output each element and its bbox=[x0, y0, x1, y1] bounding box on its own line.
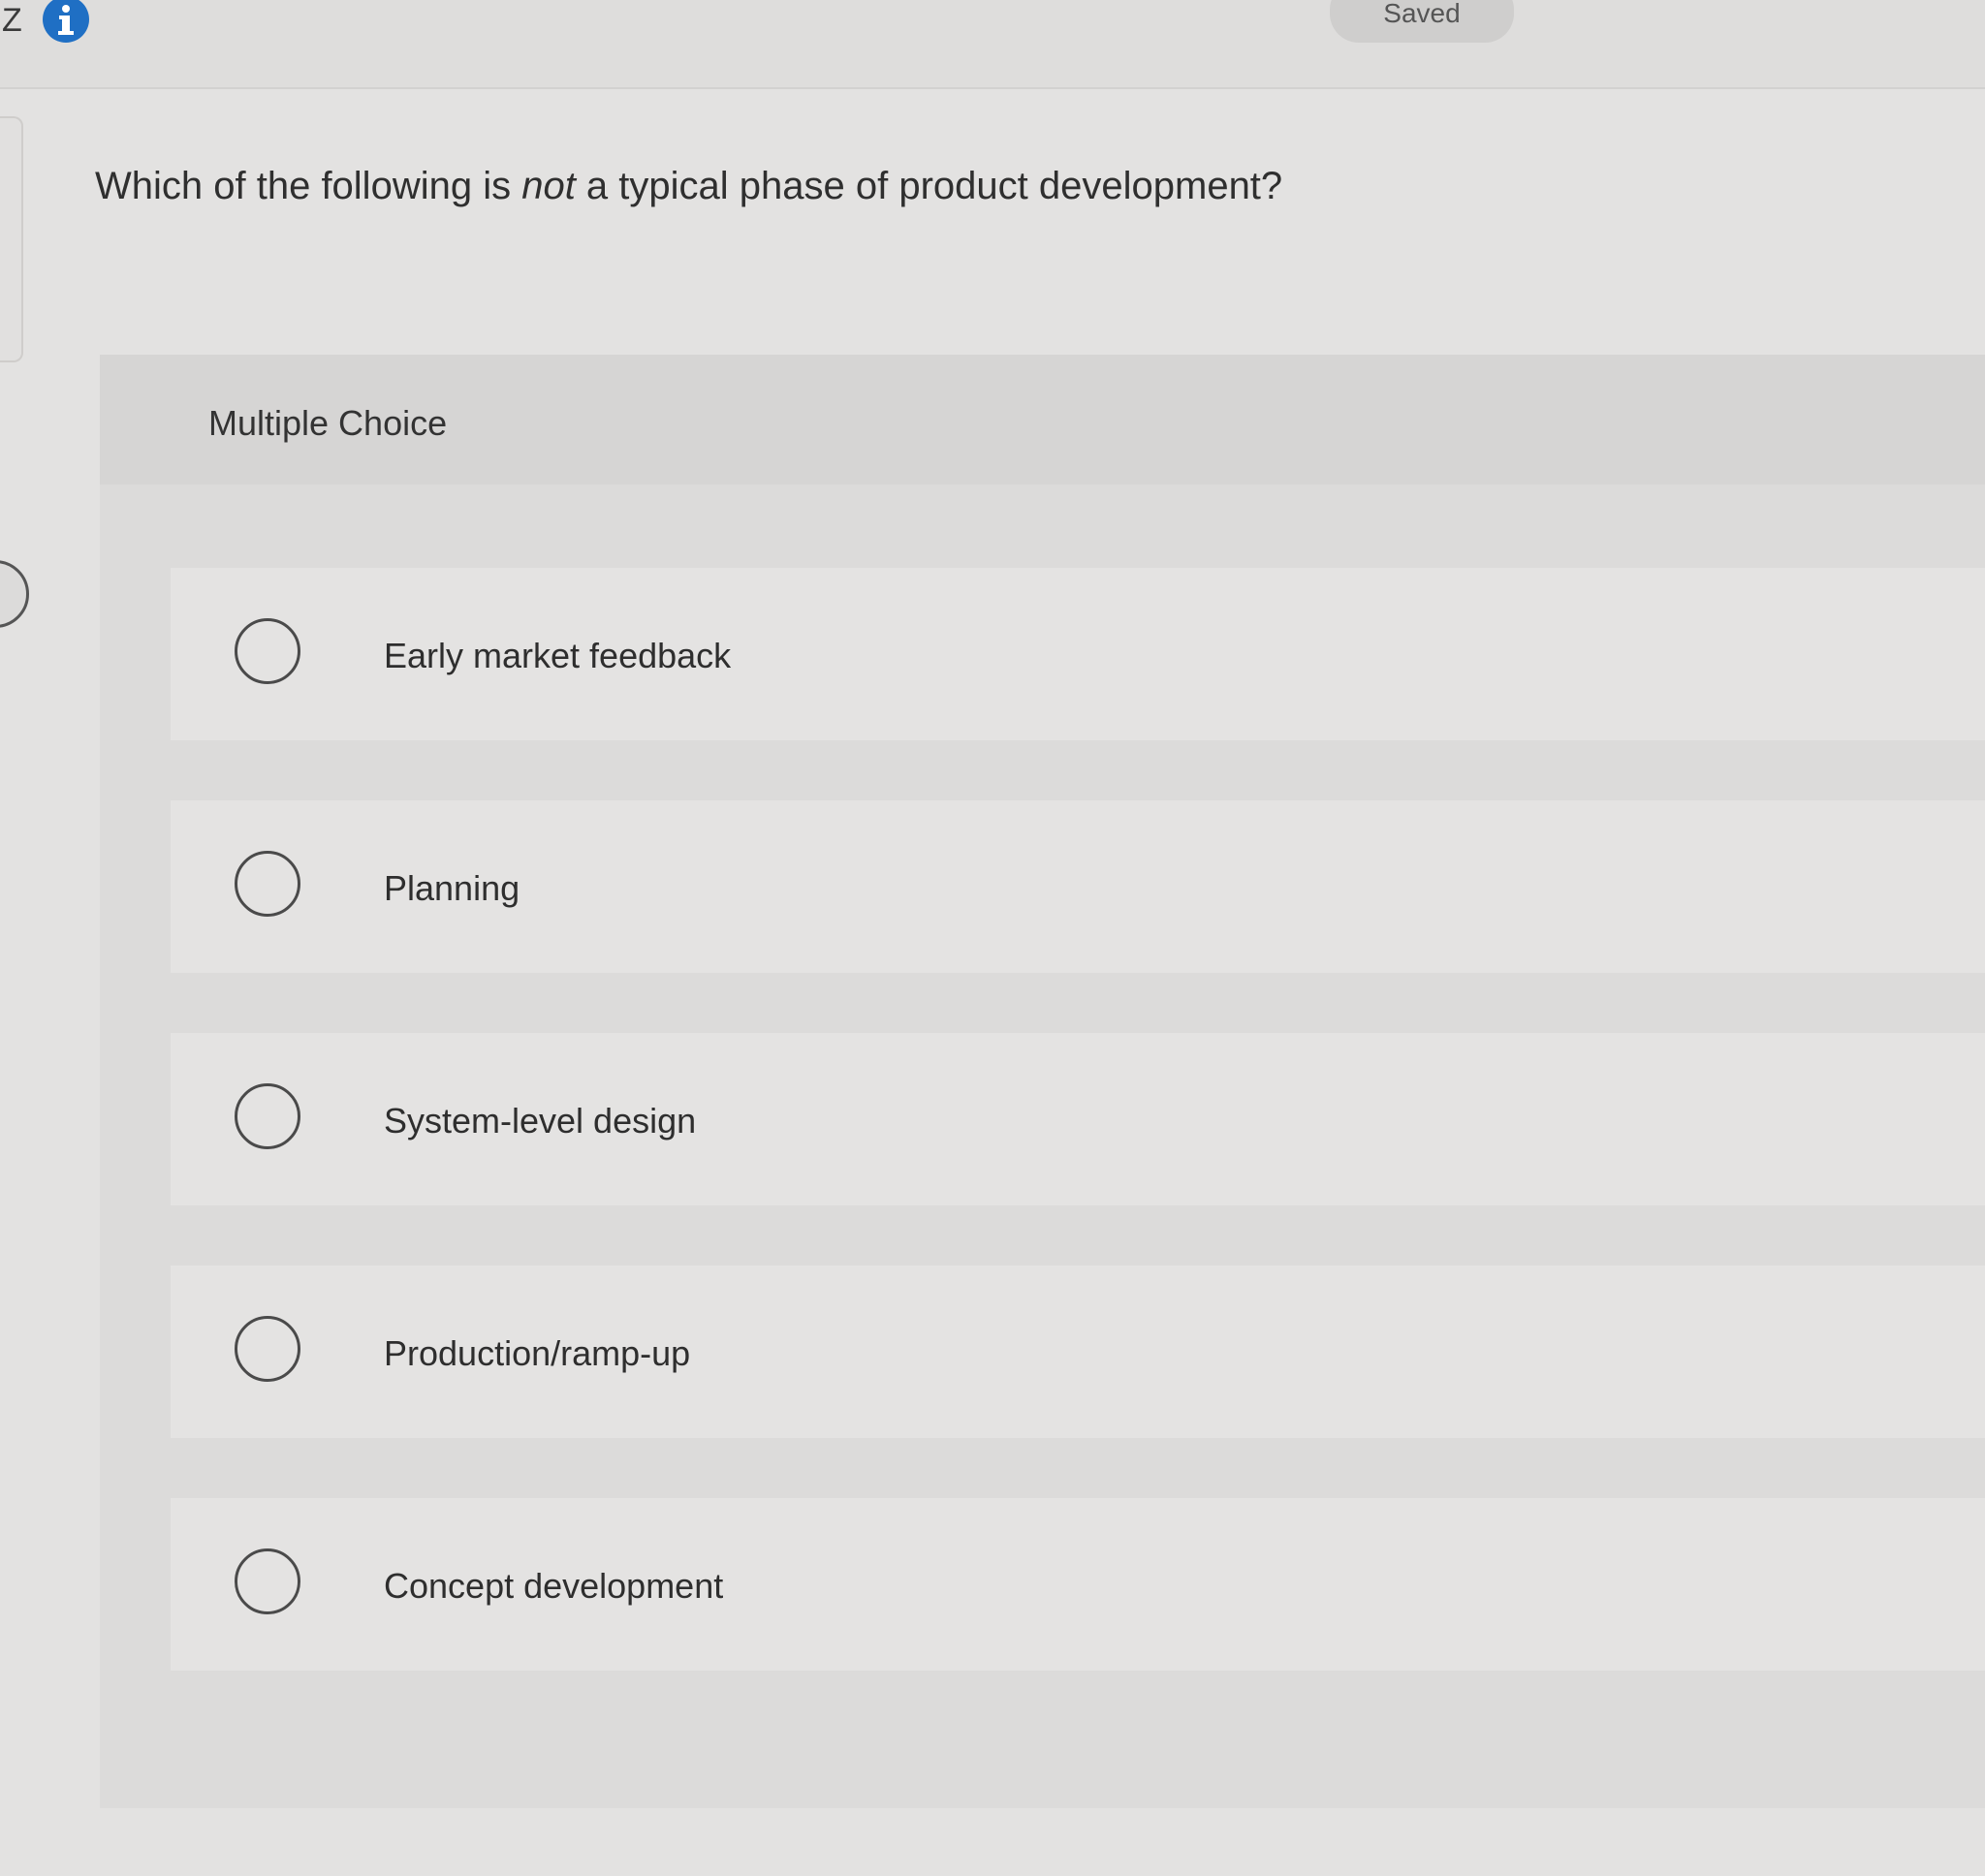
question-suffix: a typical phase of product development? bbox=[575, 165, 1283, 207]
radio-button-4[interactable] bbox=[235, 1316, 300, 1382]
answer-option-3[interactable]: System-level design bbox=[171, 1033, 1985, 1205]
radio-button-1[interactable] bbox=[235, 618, 300, 684]
answer-option-5[interactable]: Concept development bbox=[171, 1498, 1985, 1671]
answer-option-label-5: Concept development bbox=[384, 1566, 724, 1606]
top-left-letter: Z bbox=[2, 2, 22, 39]
answer-option-4[interactable]: Production/ramp-up bbox=[171, 1266, 1985, 1438]
answer-option-label-4: Production/ramp-up bbox=[384, 1333, 691, 1373]
answer-option-2[interactable]: Planning bbox=[171, 800, 1985, 973]
radio-button-3[interactable] bbox=[235, 1083, 300, 1149]
saved-status-text: Saved bbox=[1383, 0, 1461, 28]
answer-option-label-3: System-level design bbox=[384, 1101, 697, 1141]
info-icon[interactable] bbox=[41, 0, 91, 43]
answer-option-label-2: Planning bbox=[384, 868, 520, 908]
answer-option-1[interactable]: Early market feedback bbox=[171, 568, 1985, 740]
left-nav-button[interactable] bbox=[0, 560, 29, 628]
saved-status-badge: Saved bbox=[1330, 0, 1514, 43]
multiple-choice-label: Multiple Choice bbox=[208, 403, 448, 443]
question-prefix: Which of the following is bbox=[95, 165, 522, 207]
top-bar: Z Saved bbox=[0, 0, 1985, 89]
left-side-tab[interactable] bbox=[0, 116, 23, 362]
multiple-choice-panel: Multiple Choice Early market feedback Pl… bbox=[100, 355, 1985, 1808]
multiple-choice-header: Multiple Choice bbox=[100, 355, 1985, 485]
question-text: Which of the following is not a typical … bbox=[95, 165, 1282, 208]
answer-option-label-1: Early market feedback bbox=[384, 636, 732, 675]
radio-button-2[interactable] bbox=[235, 851, 300, 917]
radio-button-5[interactable] bbox=[235, 1548, 300, 1614]
question-emphasis: not bbox=[521, 165, 576, 207]
